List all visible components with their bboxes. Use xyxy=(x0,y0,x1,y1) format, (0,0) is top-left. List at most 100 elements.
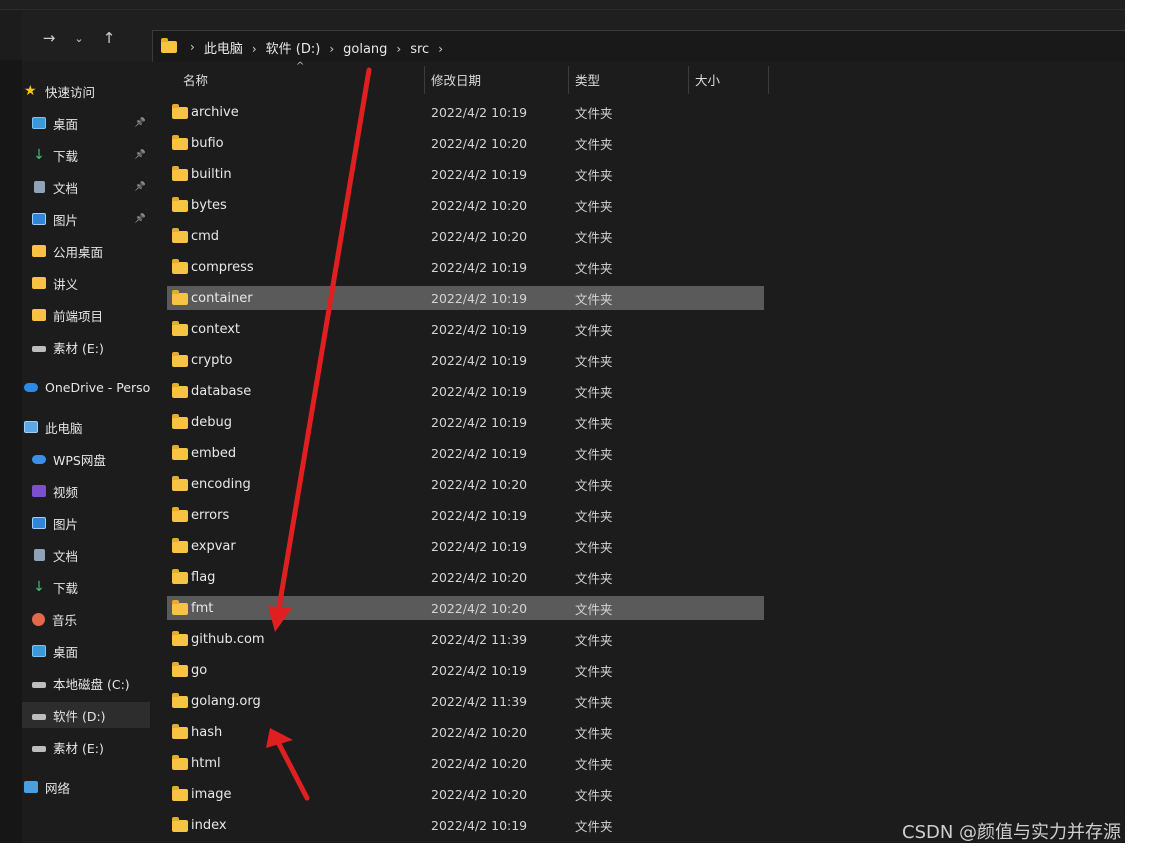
nav-pc-item[interactable]: 本地磁盘 (C:) xyxy=(22,670,150,696)
column-header-name[interactable]: 名称 xyxy=(183,70,208,90)
file-type: 文件夹 xyxy=(575,105,613,121)
address-bar[interactable]: › 此电脑 › 软件 (D:) › golang › src › xyxy=(152,30,1147,64)
file-date: 2022/4/2 10:19 xyxy=(431,507,528,523)
folder-icon xyxy=(172,104,188,119)
file-row[interactable]: expvar 2022/4/2 10:19 文件夹 xyxy=(167,534,764,558)
nav-quick-item[interactable]: ↓ 下载 📌 xyxy=(22,142,150,168)
file-name: embed xyxy=(191,445,237,461)
nav-this-pc[interactable]: 此电脑 xyxy=(22,414,150,440)
file-name: hash xyxy=(191,724,223,740)
file-name: bufio xyxy=(191,135,224,151)
video-icon xyxy=(32,485,46,497)
file-date: 2022/4/2 10:20 xyxy=(431,600,528,616)
nav-item-label: 桌面 xyxy=(53,644,79,660)
nav-item-label: 文档 xyxy=(53,180,79,196)
file-type: 文件夹 xyxy=(575,136,613,152)
file-row[interactable]: golang.org 2022/4/2 11:39 文件夹 xyxy=(167,689,764,713)
file-type: 文件夹 xyxy=(575,291,613,307)
breadcrumb-separator-icon[interactable]: › xyxy=(190,40,195,54)
recent-locations-chevron-down-icon[interactable]: ⌄ xyxy=(68,28,90,48)
nav-pc-item[interactable]: 文档 xyxy=(22,542,150,568)
nav-pc-item[interactable]: 图片 xyxy=(22,510,150,536)
column-divider[interactable] xyxy=(688,66,689,94)
file-row[interactable]: context 2022/4/2 10:19 文件夹 xyxy=(167,317,764,341)
file-type: 文件夹 xyxy=(575,384,613,400)
file-row[interactable]: errors 2022/4/2 10:19 文件夹 xyxy=(167,503,764,527)
download-icon: ↓ xyxy=(33,147,45,163)
column-divider[interactable] xyxy=(768,66,769,94)
forward-icon[interactable]: → xyxy=(38,28,60,48)
up-icon[interactable]: ↑ xyxy=(98,28,120,48)
column-header-modified[interactable]: 修改日期 xyxy=(431,70,481,90)
file-row[interactable]: html 2022/4/2 10:20 文件夹 xyxy=(167,751,764,775)
file-row[interactable]: go 2022/4/2 10:19 文件夹 xyxy=(167,658,764,682)
file-row[interactable]: bytes 2022/4/2 10:20 文件夹 xyxy=(167,193,764,217)
file-type: 文件夹 xyxy=(575,322,613,338)
file-name: context xyxy=(191,321,240,337)
file-row[interactable]: flag 2022/4/2 10:20 文件夹 xyxy=(167,565,764,589)
breadcrumb-separator-icon[interactable]: › xyxy=(252,42,257,56)
breadcrumb-item[interactable]: golang xyxy=(343,42,387,57)
nav-quick-item[interactable]: 图片 📌 xyxy=(22,206,150,232)
file-type: 文件夹 xyxy=(575,663,613,679)
nav-pc-item[interactable]: 视频 xyxy=(22,478,150,504)
breadcrumb-item[interactable]: 软件 (D:) xyxy=(266,42,321,57)
nav-pc-item[interactable]: 素材 (E:) xyxy=(22,734,150,760)
file-type: 文件夹 xyxy=(575,818,613,834)
file-type: 文件夹 xyxy=(575,477,613,493)
nav-item-label: 下载 xyxy=(53,580,79,596)
nav-quick-item[interactable]: 前端项目 xyxy=(22,302,150,328)
file-row[interactable]: image 2022/4/2 10:20 文件夹 xyxy=(167,782,764,806)
nav-quick-item[interactable]: 桌面 📌 xyxy=(22,110,150,136)
file-row[interactable]: builtin 2022/4/2 10:19 文件夹 xyxy=(167,162,764,186)
nav-item-label: 软件 (D:) xyxy=(53,708,106,724)
nav-item-label: 讲义 xyxy=(53,276,79,292)
column-divider[interactable] xyxy=(568,66,569,94)
file-row[interactable]: hash 2022/4/2 10:20 文件夹 xyxy=(167,720,764,744)
nav-pc-item[interactable]: ↓ 下载 xyxy=(22,574,150,600)
nav-quick-item[interactable]: 公用桌面 xyxy=(22,238,150,264)
file-row[interactable]: debug 2022/4/2 10:19 文件夹 xyxy=(167,410,764,434)
file-type: 文件夹 xyxy=(575,229,613,245)
breadcrumb-separator-icon[interactable]: › xyxy=(329,42,334,56)
breadcrumb-item[interactable]: 此电脑 xyxy=(204,42,243,57)
breadcrumb-separator-icon[interactable]: › xyxy=(438,42,443,56)
nav-quick-access[interactable]: ★ 快速访问 xyxy=(22,78,150,104)
file-type: 文件夹 xyxy=(575,756,613,772)
column-header-type[interactable]: 类型 xyxy=(575,70,600,90)
folder-icon xyxy=(32,245,46,257)
nav-pc-item[interactable]: 软件 (D:) xyxy=(22,702,150,728)
file-row[interactable]: database 2022/4/2 10:19 文件夹 xyxy=(167,379,764,403)
file-type: 文件夹 xyxy=(575,632,613,648)
file-row[interactable]: compress 2022/4/2 10:19 文件夹 xyxy=(167,255,764,279)
nav-pc-item[interactable]: 音乐 xyxy=(22,606,150,632)
file-name: go xyxy=(191,662,208,678)
pc-icon xyxy=(24,421,38,433)
file-date: 2022/4/2 10:19 xyxy=(431,538,528,554)
folder-icon xyxy=(172,631,188,646)
breadcrumb-item[interactable]: src xyxy=(410,42,429,57)
breadcrumb-separator-icon[interactable]: › xyxy=(396,42,401,56)
file-row[interactable]: encoding 2022/4/2 10:20 文件夹 xyxy=(167,472,764,496)
file-row[interactable]: container 2022/4/2 10:19 文件夹 xyxy=(167,286,764,310)
file-row[interactable]: fmt 2022/4/2 10:20 文件夹 xyxy=(167,596,764,620)
nav-network[interactable]: 网络 xyxy=(22,774,150,800)
download-icon: ↓ xyxy=(33,579,45,595)
nav-quick-item[interactable]: 素材 (E:) xyxy=(22,334,150,360)
nav-pc-item[interactable]: 桌面 xyxy=(22,638,150,664)
file-row[interactable]: crypto 2022/4/2 10:19 文件夹 xyxy=(167,348,764,372)
file-row[interactable]: bufio 2022/4/2 10:20 文件夹 xyxy=(167,131,764,155)
file-row[interactable]: cmd 2022/4/2 10:20 文件夹 xyxy=(167,224,764,248)
desktop-icon xyxy=(32,645,46,657)
column-divider[interactable] xyxy=(424,66,425,94)
nav-item-label: 素材 (E:) xyxy=(53,340,104,356)
nav-onedrive[interactable]: OneDrive - Persor xyxy=(22,374,150,400)
file-row[interactable]: embed 2022/4/2 10:19 文件夹 xyxy=(167,441,764,465)
nav-quick-item[interactable]: 文档 📌 xyxy=(22,174,150,200)
nav-pc-item[interactable]: WPS网盘 xyxy=(22,446,150,472)
column-header-size[interactable]: 大小 xyxy=(695,70,720,90)
nav-quick-item[interactable]: 讲义 xyxy=(22,270,150,296)
file-row[interactable]: github.com 2022/4/2 11:39 文件夹 xyxy=(167,627,764,651)
file-row[interactable]: index 2022/4/2 10:19 文件夹 xyxy=(167,813,764,837)
file-row[interactable]: archive 2022/4/2 10:19 文件夹 xyxy=(167,100,764,124)
